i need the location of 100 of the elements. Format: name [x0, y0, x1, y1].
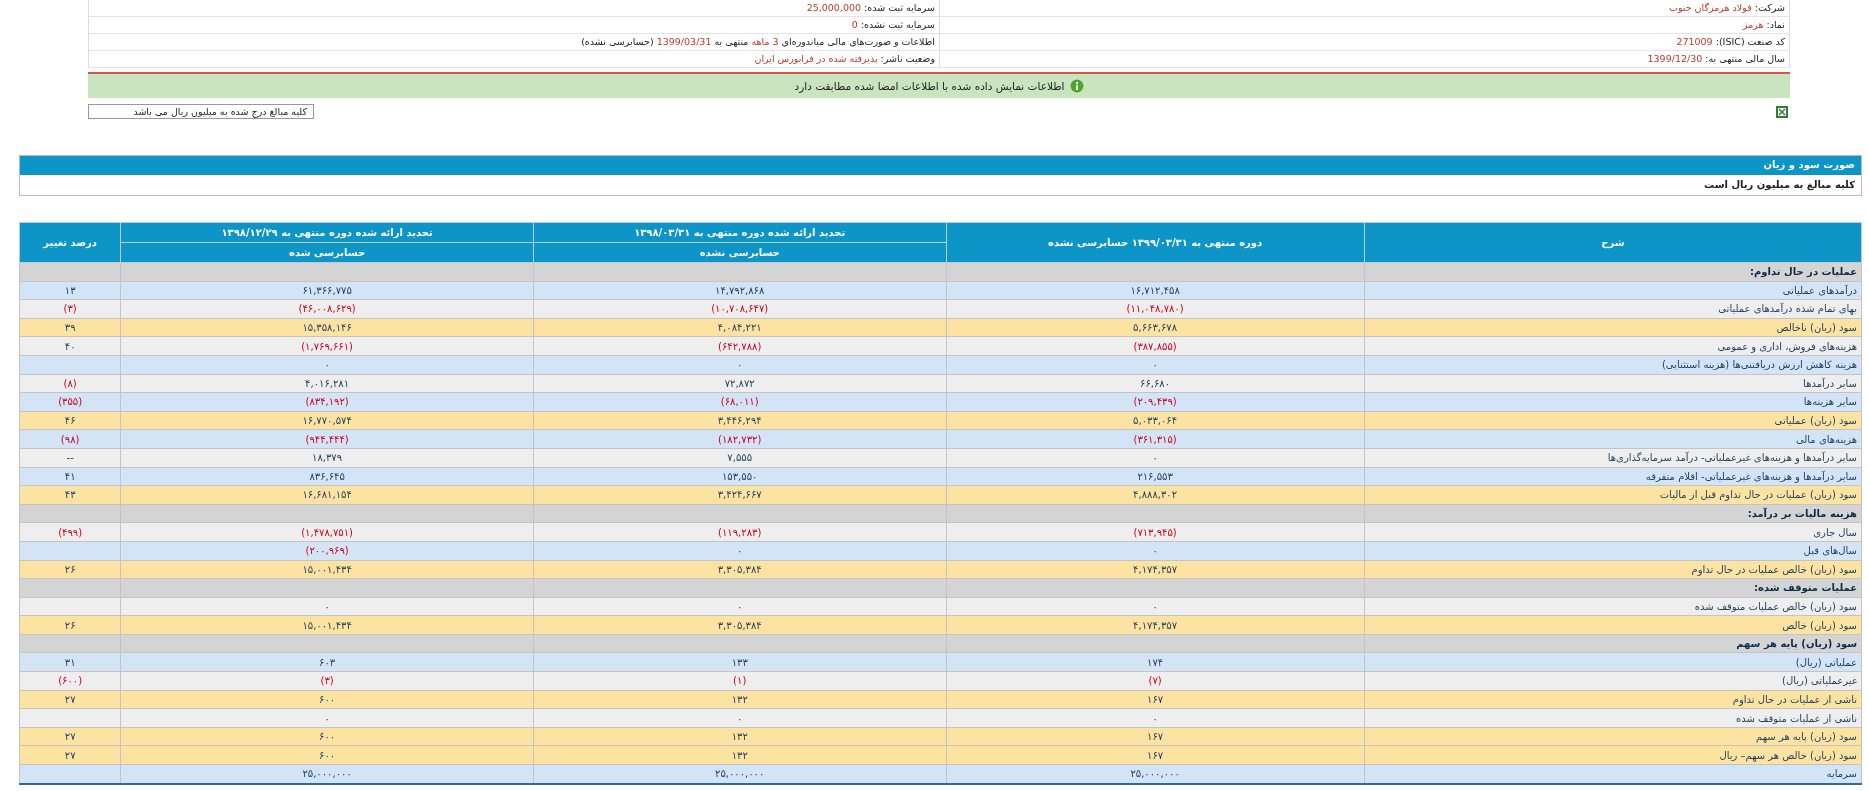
table-cell: ۰ — [324, 359, 330, 371]
table-cell: ۴۳ — [64, 489, 76, 501]
table-cell: ۱۳۲ — [731, 693, 748, 705]
table-cell: ۴,۸۸۸,۳۰۲ — [1133, 489, 1178, 501]
table-cell: ۳,۴۴۶,۲۹۴ — [717, 415, 762, 427]
statement-subtitle: کلیه مبالغ به میلیون ریال است — [1704, 179, 1855, 190]
table-cell: ۱۴,۷۹۲,۸۶۸ — [715, 284, 765, 296]
table-cell: ۳۱ — [64, 656, 76, 668]
table-cell: ۵,۰۳۳,۰۶۴ — [1133, 415, 1178, 427]
table-cell: ۱۵,۳۵۸,۱۴۶ — [302, 322, 352, 334]
table-cell: (۸۳۴,۱۹۲) — [305, 396, 349, 408]
table-cell: ۰ — [1152, 545, 1158, 557]
table-cell: (۹۸) — [60, 433, 80, 445]
table-cell: ۴,۱۷۴,۳۵۷ — [1133, 619, 1178, 631]
table-cell: ۸۳۶,۶۴۵ — [309, 470, 345, 482]
table-cell: (۶۰۰) — [58, 675, 83, 687]
table-cell: ۱۳۲ — [731, 749, 748, 761]
table-cell: ۱۶۷ — [1147, 749, 1164, 761]
table-cell: (۱۱۹,۲۸۳) — [718, 526, 762, 538]
column-subheader: حسابرسی شده — [120, 242, 534, 263]
table-cell: ۳,۳۰۵,۳۸۴ — [717, 619, 762, 631]
table-cell: ۲۷ — [64, 749, 76, 761]
table-cell: ۳,۴۲۴,۶۶۷ — [717, 489, 762, 501]
table-cell: (۳) — [63, 303, 77, 315]
table-cell: (۳۸۷,۸۵۵) — [1133, 340, 1177, 352]
table-cell: (۱۰,۷۰۸,۶۴۷) — [711, 303, 769, 315]
table-cell: (۳) — [320, 675, 334, 687]
table-cell: ۱۳۲ — [731, 731, 748, 743]
table-cell: (۲۰۹,۴۳۹) — [1133, 396, 1177, 408]
table-cell: ۰ — [737, 601, 743, 612]
table-cell: (۶۸,۰۱۱) — [720, 396, 759, 408]
table-cell: ۲۶ — [64, 563, 76, 575]
info-icon — [1069, 79, 1084, 93]
table-cell: ۱۶,۶۸۱,۱۵۴ — [302, 489, 352, 501]
table-cell: ۲۵,۰۰۰,۰۰۰ — [715, 768, 765, 780]
table-cell: (۱,۴۷۸,۷۵۱) — [301, 526, 353, 538]
table-cell: -- — [66, 452, 74, 464]
table-cell: ۲۱۶,۵۵۳ — [1137, 470, 1173, 482]
spreadsheet-icon[interactable] — [1775, 104, 1789, 119]
table-cell: ۰ — [737, 545, 743, 557]
table-cell: ۱۵۳,۵۵۰ — [722, 470, 758, 482]
info-text: شرکت: فولاد هرمزگان جنوب — [1669, 2, 1785, 13]
table-cell: ۴,۱۷۴,۳۵۷ — [1133, 563, 1178, 575]
row-label: سرمایه — [1364, 764, 1862, 784]
table-cell: ۲۷ — [64, 731, 76, 743]
amounts-note: کلیه مبالغ درج شده به میلیون ریال می باشد — [88, 104, 314, 119]
table-cell: (۴۶,۰۰۸,۶۲۹) — [298, 303, 356, 315]
column-header: درصد تغییر — [19, 222, 121, 263]
table-cell: ۳۹ — [64, 322, 76, 334]
table-cell: ۱۶۷ — [1147, 731, 1164, 743]
table-cell: ۳,۳۰۵,۳۸۴ — [717, 563, 762, 575]
table-cell: ۶۰۰ — [319, 749, 336, 761]
table-cell: ۶۶,۶۸۰ — [1140, 377, 1171, 389]
table-cell: ۲۶ — [64, 619, 76, 631]
table-cell: ۰ — [1152, 452, 1158, 464]
table-cell: ۰ — [324, 712, 330, 724]
table-cell: (۲۰۰,۹۶۹) — [305, 545, 349, 557]
table-cell: ۱۶۷ — [1147, 693, 1164, 705]
table-cell: (۸) — [63, 377, 77, 389]
table-cell: ۶۰۳ — [319, 656, 336, 668]
table-cell: ۲۵,۰۰۰,۰۰۰ — [1130, 768, 1180, 780]
statement-title: صورت سود و زیان — [20, 156, 1861, 175]
table-cell: ۱۶,۷۱۲,۴۵۸ — [1130, 284, 1180, 296]
table-cell: ۴۰ — [64, 340, 76, 352]
table-cell: (۹۴۴,۴۴۴) — [305, 433, 349, 445]
info-text: وضعیت ناشر: پذیرفته شده در فرابورس ایران — [754, 53, 935, 64]
table-cell: ۰ — [737, 712, 743, 724]
column-header: شرح — [1364, 222, 1862, 263]
table-cell: ۴۱ — [64, 470, 76, 482]
column-header: تحدید ارائه شده دوره منتهی به ۱۳۹۸/۱۲/۲۹ — [120, 222, 534, 243]
table-cell: ۴,۰۸۴,۲۲۱ — [717, 322, 762, 334]
table-cell: (۱,۷۶۹,۶۶۱) — [301, 340, 353, 352]
table-cell: ۴,۰۱۶,۲۸۱ — [305, 377, 350, 389]
table-cell: (۱۸۲,۷۳۲) — [718, 433, 762, 445]
column-subheader: حسابرسی نشده — [533, 242, 946, 263]
table-cell: ۶۰۰ — [319, 731, 336, 743]
table-cell: (۱) — [733, 675, 747, 687]
table-cell: ۱۷۴ — [1147, 656, 1164, 668]
table-cell: (۷۱۳,۹۴۵) — [1133, 526, 1177, 538]
table-cell: ۱۵,۰۰۱,۴۳۴ — [302, 619, 352, 631]
table-cell: ۱۸,۳۷۹ — [312, 452, 343, 464]
table-cell: ۱۳۳ — [731, 656, 748, 668]
table-cell: ۰ — [1152, 712, 1158, 724]
verification-banner: اطلاعات نمایش داده شده با اطلاعات امضا شده مطابقت دارد — [88, 72, 1790, 98]
table-cell: ۱۳ — [64, 284, 76, 296]
info-text: نماد: هرمز — [1742, 19, 1785, 30]
table-cell: ۶۱,۳۶۶,۷۷۵ — [302, 284, 352, 296]
table-cell: ۵,۶۶۳,۶۷۸ — [1133, 322, 1178, 334]
table-cell: (۷) — [1148, 675, 1162, 687]
table-cell: ۷,۵۵۵ — [727, 452, 753, 464]
column-header: تحدید ارائه شده دوره منتهی به ۱۳۹۸/۰۳/۳۱ — [533, 222, 946, 243]
table-cell: ۲۷ — [64, 693, 76, 705]
table-cell: ۰ — [1152, 359, 1158, 371]
table-cell: (۶۴۲,۷۸۸) — [718, 340, 762, 352]
table-cell: (۳۵۵) — [58, 396, 83, 408]
column-header: دوره منتهی به ۱۳۹۹/۰۳/۳۱ حسابرسی نشده — [946, 222, 1365, 263]
table-cell: (۴۹۹) — [58, 526, 83, 538]
table-cell: ۱۵,۰۰۱,۴۳۴ — [302, 563, 352, 575]
table-cell: ۱۶,۷۷۰,۵۷۴ — [302, 415, 352, 427]
table-cell: (۱۱,۰۴۸,۷۸۰) — [1126, 303, 1184, 315]
